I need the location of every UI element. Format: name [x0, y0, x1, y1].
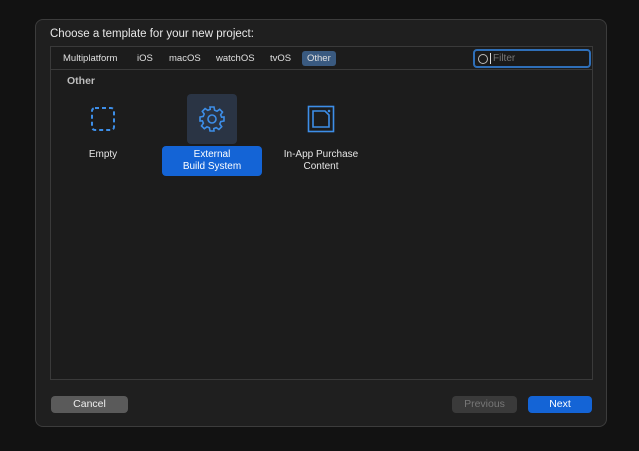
text-cursor: [490, 53, 491, 64]
gear-icon: [187, 94, 237, 144]
tab-macos[interactable]: macOS: [164, 51, 206, 66]
template-label: In-App Purchase Content: [271, 146, 371, 176]
tab-multiplatform[interactable]: Multiplatform: [58, 51, 122, 66]
filter-input[interactable]: Filter: [473, 49, 591, 68]
dialog-title: Choose a template for your new project:: [50, 28, 254, 40]
template-empty[interactable]: Empty: [53, 94, 153, 164]
filter-placeholder: Filter: [493, 53, 516, 64]
next-button[interactable]: Next: [528, 396, 592, 413]
in-app-purchase-icon: [296, 94, 346, 144]
dashed-square-icon: [78, 94, 128, 144]
tab-ios[interactable]: iOS: [132, 51, 158, 66]
new-project-dialog: Choose a template for your new project: …: [35, 19, 607, 427]
platform-tabs: Multiplatform iOS macOS watchOS tvOS Oth…: [51, 47, 592, 70]
label-line: External: [193, 149, 231, 160]
tab-other[interactable]: Other: [302, 51, 336, 66]
template-label: Empty: [88, 149, 118, 160]
template-panel: Multiplatform iOS macOS watchOS tvOS Oth…: [50, 46, 593, 380]
label-line: Content: [303, 161, 339, 172]
tab-watchos[interactable]: watchOS: [211, 51, 260, 66]
cancel-button[interactable]: Cancel: [51, 396, 128, 413]
template-label: External Build System: [162, 146, 262, 176]
filter-icon: [478, 54, 488, 64]
template-external-build-system[interactable]: External Build System: [162, 94, 262, 176]
label-line: In-App Purchase: [283, 149, 359, 160]
template-in-app-purchase-content[interactable]: In-App Purchase Content: [271, 94, 371, 176]
label-line: Build System: [182, 161, 242, 172]
tab-tvos[interactable]: tvOS: [265, 51, 296, 66]
previous-button[interactable]: Previous: [452, 396, 517, 413]
section-header: Other: [67, 75, 96, 87]
